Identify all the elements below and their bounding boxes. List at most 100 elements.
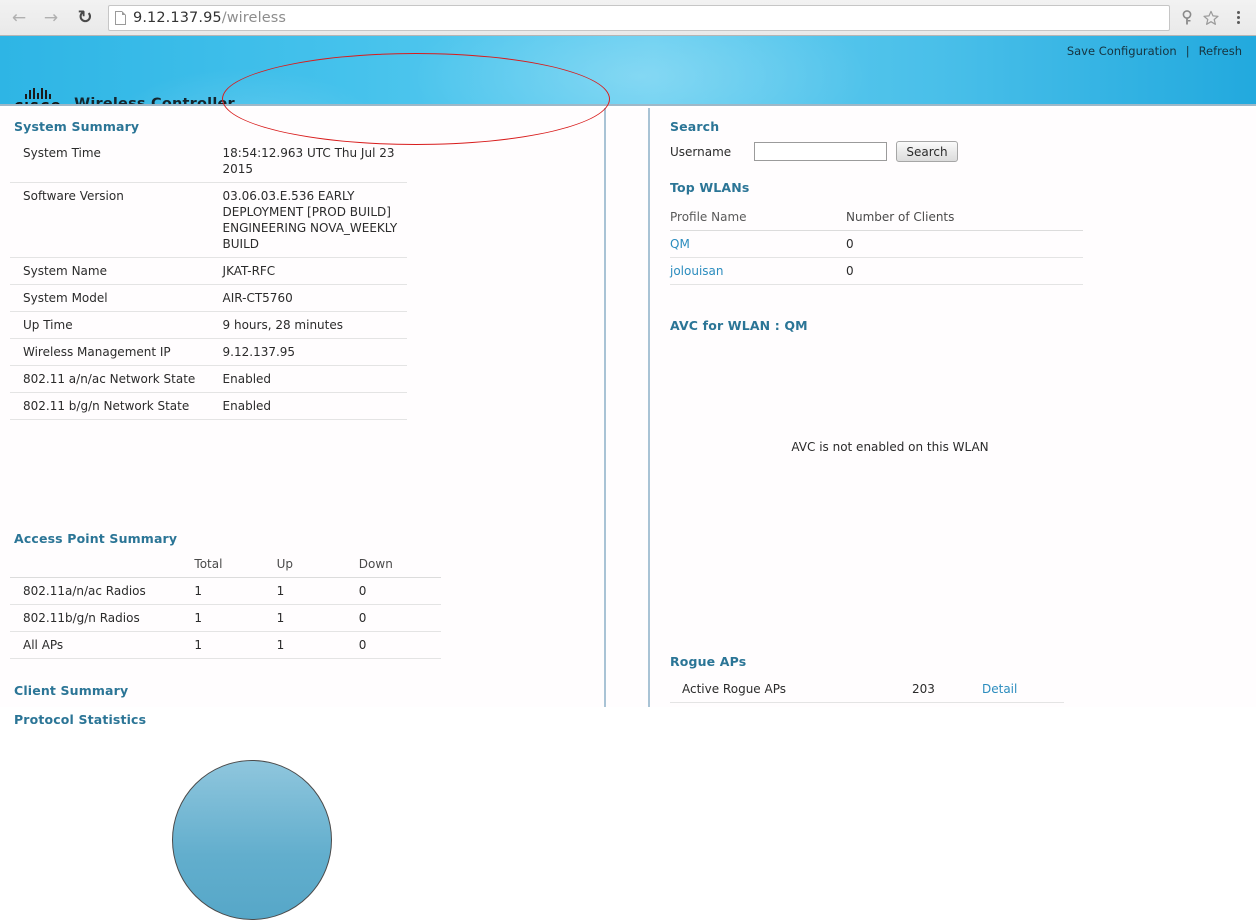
column-header-blank — [10, 551, 194, 578]
table-row: QM 0 — [670, 231, 1083, 258]
app-header: CISCO Wireless Controller Home Monitor |… — [0, 36, 1256, 106]
browser-reload-button[interactable]: ↻ — [72, 5, 98, 31]
row-down: 0 — [359, 605, 441, 632]
avc-empty-message: AVC is not enabled on this WLAN — [670, 440, 1110, 454]
cisco-wordmark: CISCO — [14, 100, 62, 106]
save-configuration-link[interactable]: Save Configuration — [1067, 44, 1177, 58]
column-header-number-of-clients: Number of Clients — [846, 204, 1083, 231]
row-up: 1 — [277, 578, 359, 605]
column-header-down: Down — [359, 551, 441, 578]
rogue-aps-table: Active Rogue APs 203 Detail — [670, 676, 1064, 703]
client-summary-pie-chart — [172, 760, 332, 920]
row-total: 1 — [194, 578, 276, 605]
address-bar[interactable]: 9.12.137.95/wireless — [108, 5, 1170, 31]
table-row: All APs 1 1 0 — [10, 632, 441, 659]
system-summary-table: System Time 18:54:12.963 UTC Thu Jul 23 … — [10, 140, 407, 420]
row-value: 9.12.137.95 — [223, 339, 407, 366]
row-value: 18:54:12.963 UTC Thu Jul 23 2015 — [223, 140, 407, 183]
app-title: Wireless Controller — [74, 96, 235, 106]
table-row: System Name JKAT-RFC — [10, 258, 407, 285]
row-count: 203 — [912, 676, 982, 703]
browser-back-button[interactable]: ← — [6, 5, 32, 31]
refresh-link[interactable]: Refresh — [1199, 44, 1242, 58]
browser-toolbar: ← → ↻ 9.12.137.95/wireless — [0, 0, 1256, 36]
row-key: 802.11 a/n/ac Network State — [10, 366, 223, 393]
system-summary-title: System Summary — [14, 119, 139, 134]
page-document-icon — [115, 11, 126, 25]
row-value: AIR-CT5760 — [223, 285, 407, 312]
row-up: 1 — [277, 605, 359, 632]
address-bar-host: 9.12.137.95 — [133, 10, 222, 26]
row-key: 802.11 b/g/n Network State — [10, 393, 223, 420]
row-key: System Model — [10, 285, 223, 312]
address-bar-path: /wireless — [222, 10, 286, 26]
row-client-count: 0 — [846, 258, 1083, 285]
cisco-logo-icon: CISCO — [14, 88, 62, 106]
table-row: 802.11b/g/n Radios 1 1 0 — [10, 605, 441, 632]
access-point-summary-title: Access Point Summary — [14, 531, 177, 546]
row-value: JKAT-RFC — [223, 258, 407, 285]
table-header-row: Total Up Down — [10, 551, 441, 578]
row-key: Up Time — [10, 312, 223, 339]
search-button[interactable]: Search — [896, 141, 958, 162]
row-detail: Detail — [982, 676, 1064, 703]
star-bookmark-icon[interactable] — [1200, 7, 1222, 29]
row-value: Enabled — [223, 366, 407, 393]
rogue-ap-detail-link[interactable]: Detail — [982, 682, 1017, 696]
table-row: System Time 18:54:12.963 UTC Thu Jul 23 … — [10, 140, 407, 183]
row-key: Software Version — [10, 183, 223, 258]
browser-forward-button[interactable]: → — [38, 5, 64, 31]
column-header-up: Up — [277, 551, 359, 578]
row-label: 802.11a/n/ac Radios — [10, 578, 194, 605]
row-value: 03.06.03.E.536 EARLY DEPLOYMENT [PROD BU… — [223, 183, 407, 258]
address-bar-text: 9.12.137.95/wireless — [133, 10, 286, 26]
search-form: Username Search — [670, 141, 958, 162]
page-content: System Summary System Time 18:54:12.963 … — [0, 108, 1256, 707]
row-total: 1 — [194, 632, 276, 659]
right-panel: Search Username Search Top WLANs Profile… — [650, 108, 1256, 707]
wlan-profile-link[interactable]: QM — [670, 237, 690, 251]
column-header-total: Total — [194, 551, 276, 578]
header-links-separator: | — [1186, 44, 1190, 58]
row-key: Wireless Management IP — [10, 339, 223, 366]
table-row: Active Rogue APs 203 Detail — [670, 676, 1064, 703]
table-row: Software Version 03.06.03.E.536 EARLY DE… — [10, 183, 407, 258]
header-utility-links: Save Configuration | Refresh — [1067, 44, 1242, 58]
kebab-menu-icon[interactable] — [1228, 5, 1248, 31]
username-label: Username — [670, 145, 754, 159]
row-key: System Time — [10, 140, 223, 183]
row-profile-name: jolouisan — [670, 258, 846, 285]
table-row: jolouisan 0 — [670, 258, 1083, 285]
key-icon[interactable] — [1176, 7, 1198, 29]
avc-title: AVC for WLAN : QM — [670, 318, 808, 333]
table-row: 802.11 b/g/n Network State Enabled — [10, 393, 407, 420]
row-client-count: 0 — [846, 231, 1083, 258]
rogue-aps-title: Rogue APs — [670, 654, 746, 669]
row-up: 1 — [277, 632, 359, 659]
access-point-summary-table: Total Up Down 802.11a/n/ac Radios 1 1 0 … — [10, 551, 441, 659]
brand: CISCO Wireless Controller — [14, 88, 235, 106]
top-wlans-table: Profile Name Number of Clients QM 0 jolo… — [670, 204, 1083, 285]
browser-action-icons — [1176, 5, 1256, 31]
row-key: System Name — [10, 258, 223, 285]
row-value: Enabled — [223, 393, 407, 420]
protocol-statistics-title[interactable]: Protocol Statistics — [14, 712, 146, 727]
row-label: Active Rogue APs — [670, 676, 912, 703]
panel-divider-left — [604, 108, 606, 707]
search-input[interactable] — [754, 142, 887, 161]
table-row: System Model AIR-CT5760 — [10, 285, 407, 312]
row-label: 802.11b/g/n Radios — [10, 605, 194, 632]
search-title: Search — [670, 119, 719, 134]
client-summary-title[interactable]: Client Summary — [14, 683, 128, 698]
row-profile-name: QM — [670, 231, 846, 258]
left-panel: System Summary System Time 18:54:12.963 … — [0, 108, 604, 707]
table-row: 802.11a/n/ac Radios 1 1 0 — [10, 578, 441, 605]
table-row: Wireless Management IP 9.12.137.95 — [10, 339, 407, 366]
table-row: Up Time 9 hours, 28 minutes — [10, 312, 407, 339]
row-total: 1 — [194, 605, 276, 632]
row-down: 0 — [359, 578, 441, 605]
row-label: All APs — [10, 632, 194, 659]
top-wlans-title: Top WLANs — [670, 180, 749, 195]
wlan-profile-link[interactable]: jolouisan — [670, 264, 724, 278]
cisco-bars-icon — [25, 88, 51, 99]
